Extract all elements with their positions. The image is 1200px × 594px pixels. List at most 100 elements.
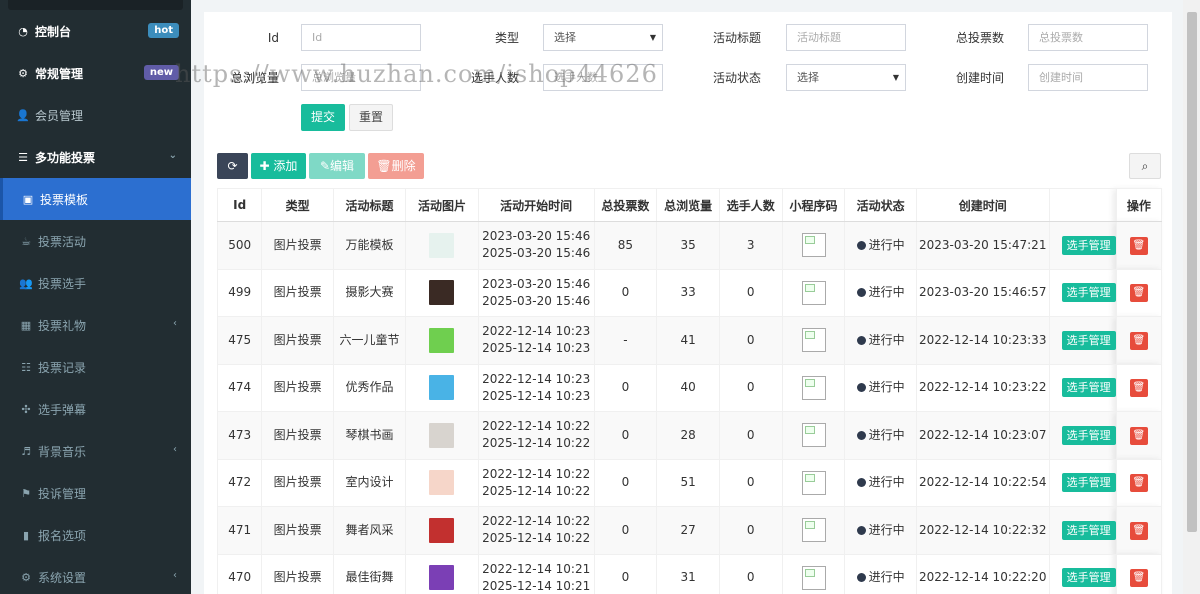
sidebar-item-11[interactable]: ⚑ 投诉管理 <box>0 472 191 514</box>
sidebar-item-label: 投票模板 <box>40 192 89 207</box>
row-delete-button[interactable]: 🗑 <box>1129 426 1148 445</box>
status-dot-icon <box>856 478 866 488</box>
column-header[interactable]: 创建时间 <box>915 188 1050 222</box>
delete-button[interactable]: 🗑删除 <box>368 153 424 179</box>
sidebar-item-2[interactable]: 👤 会员管理 <box>0 94 191 136</box>
players-input[interactable]: 选手人数 <box>543 64 663 91</box>
cell-manage: 选手管理 <box>1048 553 1117 594</box>
column-header[interactable] <box>1048 188 1117 222</box>
cell-created: 2022-12-14 10:22:54 <box>915 458 1050 507</box>
sidebar-item-5[interactable]: ☕ 投票活动 <box>0 220 191 262</box>
column-header[interactable]: Id <box>216 188 263 222</box>
cell-title: 琴棋书画 <box>332 411 407 460</box>
player-manage-button[interactable]: 选手管理 <box>1061 283 1116 303</box>
cell-votes: 0 <box>593 411 658 460</box>
sidebar-item-13[interactable]: ⚙ 系统设置 ‹ <box>0 556 191 594</box>
sidebar-item-label: 投票活动 <box>38 234 87 249</box>
refresh-button[interactable]: ⟳ <box>217 153 248 179</box>
broken-image-icon[interactable] <box>801 565 826 590</box>
title-input[interactable]: 活动标题 <box>786 24 906 51</box>
status-select-value: 选择 <box>797 71 819 84</box>
activity-thumbnail[interactable] <box>429 375 455 401</box>
broken-image-icon[interactable] <box>801 280 826 305</box>
search-toggle-button[interactable]: ⌕ <box>1129 153 1161 179</box>
broken-image-icon[interactable] <box>801 375 826 400</box>
page-scrollbar[interactable] <box>1183 0 1200 594</box>
edit-button[interactable]: ✎编辑 <box>309 153 365 179</box>
row-delete-button[interactable]: 🗑 <box>1129 569 1148 588</box>
votes-input[interactable]: 总投票数 <box>1028 24 1148 51</box>
cell-image <box>405 506 479 555</box>
activity-thumbnail[interactable] <box>429 280 455 306</box>
activity-thumbnail[interactable] <box>429 565 455 591</box>
created-input[interactable]: 创建时间 <box>1028 64 1148 91</box>
activity-thumbnail[interactable] <box>429 327 455 353</box>
cell-votes: 0 <box>593 363 658 412</box>
sidebar-item-3[interactable]: ☰ 多功能投票 ⌄ <box>0 136 191 178</box>
column-header[interactable]: 活动状态 <box>844 188 917 222</box>
row-delete-button[interactable]: 🗑 <box>1129 521 1148 540</box>
cell-manage: 选手管理 <box>1048 458 1117 507</box>
music-icon: ♬ <box>21 444 31 458</box>
column-header[interactable]: 总浏览量 <box>656 188 720 222</box>
trash-icon: 🗑 <box>1132 239 1146 251</box>
broken-image-icon[interactable] <box>801 328 826 353</box>
player-manage-button[interactable]: 选手管理 <box>1061 568 1116 588</box>
column-header[interactable]: 小程序码 <box>781 188 846 222</box>
cell-players: 0 <box>718 268 783 317</box>
column-header[interactable]: 活动开始时间 <box>477 188 595 222</box>
row-delete-button[interactable]: 🗑 <box>1129 284 1148 303</box>
column-header[interactable]: 总投票数 <box>593 188 658 222</box>
player-manage-button[interactable]: 选手管理 <box>1061 235 1116 255</box>
activity-thumbnail[interactable] <box>429 422 455 448</box>
cell-image <box>405 221 479 270</box>
sidebar-item-9[interactable]: ✣ 选手弹幕 <box>0 388 191 430</box>
type-label: 类型 <box>494 31 519 45</box>
column-header[interactable]: 类型 <box>261 188 334 222</box>
row-delete-button[interactable]: 🗑 <box>1129 379 1148 398</box>
row-delete-button[interactable]: 🗑 <box>1129 236 1148 255</box>
broken-image-icon[interactable] <box>801 470 826 495</box>
scrollbar-thumb[interactable] <box>1187 12 1197 532</box>
cell-created: 2022-12-14 10:22:32 <box>915 506 1050 555</box>
column-header[interactable]: 操作 <box>1115 188 1163 222</box>
column-header[interactable]: 活动图片 <box>405 188 479 222</box>
sidebar-item-0[interactable]: ◔ 控制台 hot <box>0 10 191 52</box>
sidebar-item-6[interactable]: 👥 投票选手 <box>0 262 191 304</box>
sidebar-item-1[interactable]: ⚙ 常规管理 new <box>0 52 191 94</box>
submit-button[interactable]: 提交 <box>301 104 345 131</box>
reset-button[interactable]: 重置 <box>349 104 393 131</box>
sidebar-item-10[interactable]: ♬ 背景音乐 ‹ <box>0 430 191 472</box>
sidebar-item-12[interactable]: ▮ 报名选项 <box>0 514 191 556</box>
row-delete-button[interactable]: 🗑 <box>1129 474 1148 493</box>
cell-views: 51 <box>656 458 720 507</box>
player-manage-button[interactable]: 选手管理 <box>1061 330 1116 350</box>
id-input[interactable]: Id <box>301 24 421 51</box>
status-select[interactable]: 选择 ▼ <box>786 64 906 91</box>
broken-image-icon[interactable] <box>801 233 826 258</box>
player-manage-button[interactable]: 选手管理 <box>1061 378 1116 398</box>
activity-thumbnail[interactable] <box>429 470 455 496</box>
views-input[interactable]: 总浏览量 <box>301 64 421 91</box>
add-button[interactable]: ✚ 添加 <box>251 153 306 179</box>
player-manage-button[interactable]: 选手管理 <box>1061 520 1116 540</box>
sidebar-item-7[interactable]: ▦ 投票礼物 ‹ <box>0 304 191 346</box>
sidebar-logo-area <box>8 0 183 10</box>
sidebar: ◔ 控制台 hot ⚙ 常规管理 new 👤 会员管理 ☰ 多功能投票 ⌄ ▣ 投票模板 ☕ 投票活动 👥 投票… <box>0 0 191 594</box>
sidebar-item-4[interactable]: ▣ 投票模板 <box>0 178 191 220</box>
broken-image-icon[interactable] <box>801 518 826 543</box>
column-header[interactable]: 选手人数 <box>718 188 783 222</box>
row-delete-button[interactable]: 🗑 <box>1129 331 1148 350</box>
player-manage-button[interactable]: 选手管理 <box>1061 473 1116 493</box>
sidebar-item-8[interactable]: ☷ 投票记录 <box>0 346 191 388</box>
chevron-left-icon: ‹ <box>173 318 177 329</box>
activity-thumbnail[interactable] <box>429 232 455 258</box>
created-label: 创建时间 <box>955 71 1004 85</box>
broken-image-icon[interactable] <box>801 423 826 448</box>
player-manage-button[interactable]: 选手管理 <box>1061 425 1116 445</box>
activity-thumbnail[interactable] <box>429 517 455 543</box>
activity-icon: ☕ <box>21 234 31 248</box>
flag-icon: ⚑ <box>21 486 31 500</box>
type-select[interactable]: 选择 ▼ <box>543 24 663 51</box>
column-header[interactable]: 活动标题 <box>332 188 407 222</box>
